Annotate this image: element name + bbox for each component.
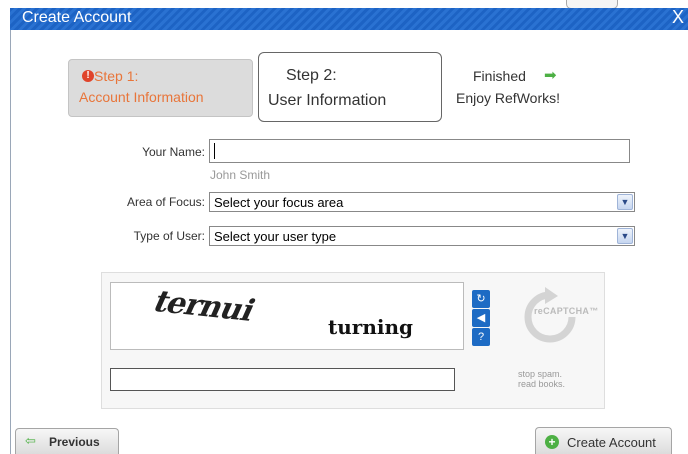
arrow-right-icon: ➡	[544, 67, 557, 84]
recaptcha-slogan-line-1: stop spam.	[518, 369, 563, 379]
step-2-indicator: Step 2: User Information	[258, 52, 442, 122]
your-name-input[interactable]	[209, 139, 630, 163]
step-2-title: Step 2:	[286, 67, 337, 84]
captcha-response-input[interactable]	[110, 368, 455, 391]
type-of-user-label: Type of User:	[133, 229, 205, 243]
finished-label: Enjoy RefWorks!	[456, 90, 560, 106]
dialog-title: Create Account	[22, 9, 132, 26]
create-account-button[interactable]: + Create Account	[535, 427, 672, 454]
previous-button-label: Previous	[49, 435, 100, 449]
text-cursor	[214, 143, 215, 159]
create-account-button-label: Create Account	[567, 435, 656, 450]
area-of-focus-select[interactable]: Select your focus area ▼	[209, 192, 635, 212]
step-1-title: Step 1:	[94, 68, 139, 84]
area-of-focus-label: Area of Focus:	[126, 195, 205, 209]
recaptcha-slogan-line-2: read books.	[518, 379, 566, 389]
area-of-focus-value: Select your focus area	[214, 195, 344, 210]
recaptcha-logo-text: reCAPTCHA™	[534, 306, 599, 316]
step-1-indicator: ! Step 1: Account Information	[68, 59, 253, 117]
alert-circle-icon: !	[82, 70, 94, 82]
audio-icon[interactable]: ◀	[472, 309, 490, 327]
type-of-user-value: Select your user type	[214, 229, 337, 244]
step-2-label: User Information	[268, 92, 387, 109]
help-icon[interactable]: ?	[472, 328, 490, 346]
captcha-word-2: turning	[328, 315, 413, 339]
step-1-label: Account Information	[79, 89, 204, 105]
your-name-hint: John Smith	[210, 168, 271, 182]
arrow-left-icon: ⇦	[25, 433, 36, 448]
captcha-image: ternui turning	[110, 282, 464, 350]
captcha-word-1: ternui	[147, 284, 260, 329]
previous-button[interactable]: ⇦ Previous	[15, 428, 119, 454]
finished-title: Finished	[473, 68, 526, 84]
type-of-user-select[interactable]: Select your user type ▼	[209, 226, 635, 246]
chevron-down-icon[interactable]: ▼	[617, 194, 633, 210]
chevron-down-icon[interactable]: ▼	[617, 228, 633, 244]
refresh-icon[interactable]: ↻	[472, 290, 490, 308]
close-icon[interactable]: X	[672, 7, 684, 28]
your-name-label: Your Name:	[142, 145, 205, 159]
dialog-title-bar: Create Account X	[10, 7, 688, 30]
plus-circle-icon: +	[545, 435, 559, 449]
